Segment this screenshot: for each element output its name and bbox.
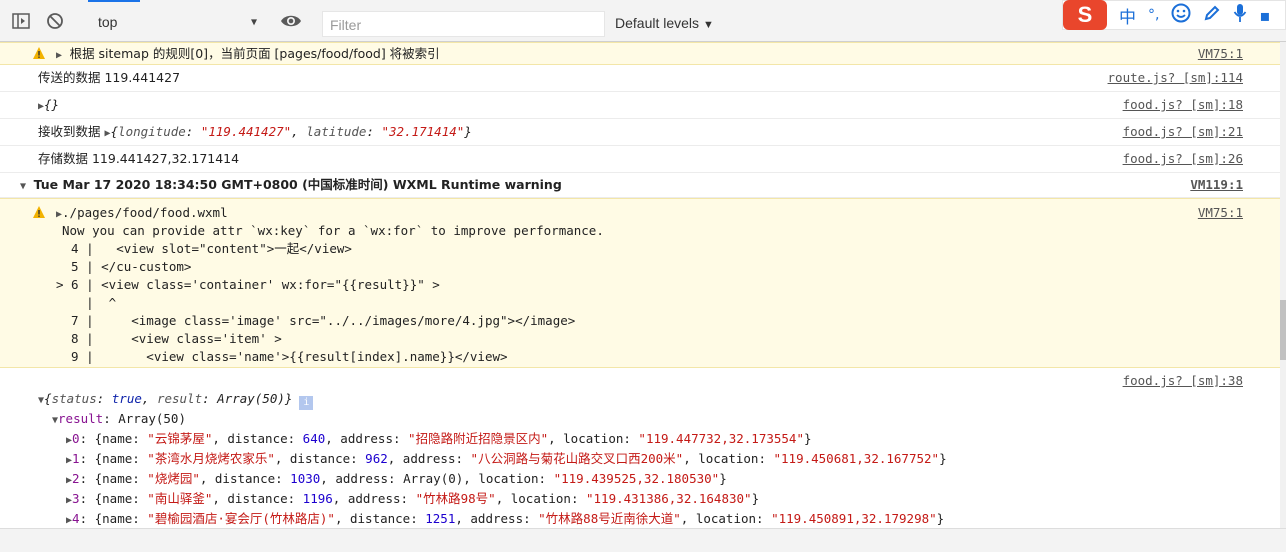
code-line: 8 | <view class='item' > xyxy=(56,331,282,346)
levels-label: Default levels xyxy=(615,15,700,31)
console-prompt-bar[interactable] xyxy=(0,528,1286,552)
code-line: | ^ xyxy=(56,295,117,310)
ime-mode-label[interactable]: 中 xyxy=(1119,3,1136,28)
collapse-triangle-icon[interactable]: ▼ xyxy=(20,181,26,192)
console-message: food.js? [sm]:38 ▼{status: true, result:… xyxy=(0,368,1280,528)
console-message-warning: ▶ 根据 sitemap 的规则[0]，当前页面 [pages/food/foo… xyxy=(0,42,1280,65)
array-item[interactable]: ▶3: {name: "南山驿釜", distance: 1196, addre… xyxy=(66,490,759,510)
code-line: 5 | </cu-custom> xyxy=(56,259,192,274)
file-path: ./pages/food/food.wxml xyxy=(62,205,228,220)
code-line: > 6 | <view class='container' wx:for="{{… xyxy=(56,277,440,292)
console-message: 存储数据 119.441427,32.171414 food.js? [sm]:… xyxy=(0,146,1280,173)
warning-icon xyxy=(33,47,45,59)
source-link[interactable]: route.js? [sm]:114 xyxy=(1108,69,1243,87)
console-message: 传送的数据 119.441427 route.js? [sm]:114 xyxy=(0,65,1280,92)
console-message: 接收到数据 ▶{longitude: "119.441427", latitud… xyxy=(0,119,1280,146)
console-group-header[interactable]: ▼ Tue Mar 17 2020 18:34:50 GMT+0800 (中国标… xyxy=(0,173,1280,198)
object-summary[interactable]: ▼{status: true, result: Array(50)} i xyxy=(38,390,314,410)
result-property[interactable]: ▼result: Array(50) xyxy=(52,410,186,430)
levels-arrow-icon: ▼ xyxy=(702,19,714,31)
info-icon[interactable]: i xyxy=(299,396,314,410)
source-link[interactable]: VM75:1 xyxy=(1198,204,1243,222)
warning-text: Now you can provide attr `wx:key` for a … xyxy=(62,223,604,238)
log-levels-dropdown[interactable]: Default levels ▼ xyxy=(615,15,714,31)
source-link[interactable]: food.js? [sm]:26 xyxy=(1123,150,1243,168)
warning-icon xyxy=(33,206,45,218)
source-link[interactable]: food.js? [sm]:18 xyxy=(1123,96,1243,114)
source-link[interactable]: food.js? [sm]:38 xyxy=(1123,372,1243,390)
array-item[interactable]: ▶4: {name: "碧榆园酒店·宴会厅(竹林路店)", distance: … xyxy=(66,510,944,528)
code-line: 9 | <view class='name'>{{result[index].n… xyxy=(56,349,508,364)
emoji-icon[interactable] xyxy=(1171,3,1191,28)
console-message-warning: ▶./pages/food/food.wxml VM75:1 Now you c… xyxy=(0,198,1280,368)
sogou-logo[interactable]: S xyxy=(1063,0,1107,30)
clear-console-icon[interactable] xyxy=(42,8,68,34)
microphone-icon[interactable] xyxy=(1233,3,1247,28)
object-preview[interactable]: {longitude: "119.441427", latitude: "32.… xyxy=(111,124,472,139)
console-messages: ▶ 根据 sitemap 的规则[0]，当前页面 [pages/food/foo… xyxy=(0,42,1286,528)
console-message: ▶{} food.js? [sm]:18 xyxy=(0,92,1280,119)
code-line: 4 | <view slot="content">一起</view> xyxy=(56,241,352,256)
filter-input[interactable]: Filter xyxy=(322,11,605,37)
object-preview[interactable]: {} xyxy=(44,97,59,112)
source-link[interactable]: VM119:1 xyxy=(1190,176,1243,194)
message-text: 根据 sitemap 的规则[0]，当前页面 [pages/food/food]… xyxy=(69,46,440,61)
source-link[interactable]: food.js? [sm]:21 xyxy=(1123,123,1243,141)
group-title: Tue Mar 17 2020 18:34:50 GMT+0800 (中国标准时… xyxy=(33,177,562,192)
context-value: top xyxy=(98,14,118,30)
sidebar-toggle-icon[interactable] xyxy=(8,8,34,34)
context-selector[interactable]: top ▼ xyxy=(88,9,268,35)
array-item[interactable]: ▶0: {name: "云锦茅屋", distance: 640, addres… xyxy=(66,430,812,450)
dropdown-arrow-icon: ▼ xyxy=(250,16,257,28)
ime-toolbar: S 中 °, ▪ xyxy=(1062,0,1286,30)
source-link[interactable]: VM75:1 xyxy=(1198,45,1243,63)
console-scrollbar[interactable] xyxy=(1280,42,1286,528)
scrollbar-thumb[interactable] xyxy=(1280,300,1286,360)
array-item[interactable]: ▶1: {name: "茶湾水月烧烤农家乐", distance: 962, a… xyxy=(66,450,947,470)
ime-punct-label[interactable]: °, xyxy=(1148,7,1159,23)
more-icon[interactable]: ▪ xyxy=(1259,6,1270,25)
code-line: 7 | <image class='image' src="../../imag… xyxy=(56,313,576,328)
array-item[interactable]: ▶2: {name: "烧烤园", distance: 1030, addres… xyxy=(66,470,727,490)
pen-icon[interactable] xyxy=(1203,4,1221,27)
message-text: 存储数据 119.441427,32.171414 xyxy=(38,151,240,166)
expand-triangle-icon[interactable]: ▶ xyxy=(56,50,62,61)
live-expression-eye-icon[interactable] xyxy=(280,13,302,32)
collapse-triangle-icon[interactable]: ▼ xyxy=(38,395,44,406)
message-text: 传送的数据 119.441427 xyxy=(38,70,181,85)
context-underline xyxy=(88,0,140,2)
message-label: 接收到数据 xyxy=(38,124,105,139)
